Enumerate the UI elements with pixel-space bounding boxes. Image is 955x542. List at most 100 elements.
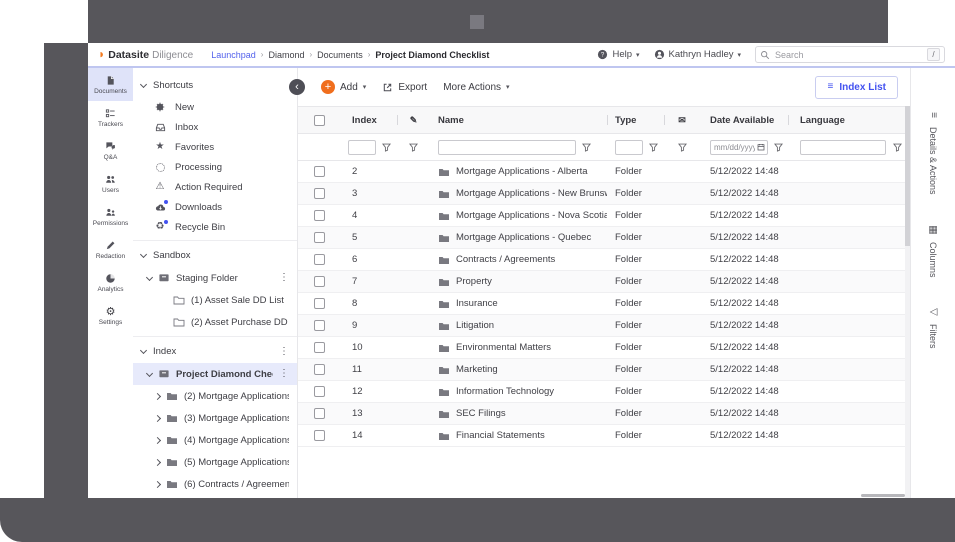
right-tab-details-actions[interactable]: ≡ Details & Actions	[928, 110, 938, 195]
shortcut-item-new[interactable]: New	[133, 97, 297, 117]
rail-item-trackers[interactable]: Trackers	[88, 101, 133, 134]
table-row[interactable]: 11 Marketing Folder 5/12/2022 14:48	[298, 359, 910, 381]
index-filter-input[interactable]	[348, 140, 376, 155]
column-header-name[interactable]: Name	[430, 107, 607, 133]
chevron-right-icon[interactable]	[154, 436, 161, 443]
row-checkbox[interactable]	[314, 166, 325, 177]
chevron-right-icon[interactable]	[154, 480, 161, 487]
rail-item-users[interactable]: Users	[88, 167, 133, 200]
filter-funnel-icon[interactable]	[678, 143, 687, 152]
table-row[interactable]: 12 Information Technology Folder 5/12/20…	[298, 381, 910, 403]
filter-funnel-icon[interactable]	[382, 143, 391, 152]
right-tab-filters[interactable]: ▽ Filters	[928, 307, 938, 349]
row-checkbox[interactable]	[314, 232, 325, 243]
table-row[interactable]: 7 Property Folder 5/12/2022 14:48	[298, 271, 910, 293]
chevron-down-icon[interactable]	[146, 273, 153, 280]
table-row[interactable]: 13 SEC Filings Folder 5/12/2022 14:48	[298, 403, 910, 425]
horizontal-scrollbar-thumb[interactable]	[861, 494, 905, 497]
language-filter-input[interactable]	[800, 140, 886, 155]
chevron-right-icon[interactable]	[154, 392, 161, 399]
vertical-scrollbar-thumb[interactable]	[905, 106, 910, 246]
tree-item-7-property[interactable]: (7) Property	[133, 495, 297, 498]
chevron-right-icon[interactable]	[154, 414, 161, 421]
table-row[interactable]: 5 Mortgage Applications - Quebec Folder …	[298, 227, 910, 249]
rail-item-q-a[interactable]: Q&A	[88, 134, 133, 167]
row-checkbox[interactable]	[314, 276, 325, 287]
table-row[interactable]: 14 Financial Statements Folder 5/12/2022…	[298, 425, 910, 447]
rail-item-permissions[interactable]: Permissions	[88, 200, 133, 233]
help-button[interactable]: ? Help ▾	[597, 49, 639, 60]
column-header-type[interactable]: Type	[607, 107, 664, 133]
column-header-date-available[interactable]: Date Available	[700, 107, 788, 133]
tree-item-2-asset-purchase-dd-list[interactable]: (2) Asset Purchase DD List	[133, 311, 297, 333]
type-filter-input[interactable]	[615, 140, 643, 155]
shortcut-item-recycle-bin[interactable]: ♻ Recycle Bin	[133, 217, 297, 237]
tree-item-4-mortgage-applications-n[interactable]: (4) Mortgage Applications - N...	[133, 429, 297, 451]
user-menu-button[interactable]: Kathryn Hadley ▾	[654, 49, 741, 60]
shortcut-item-action-required[interactable]: ⚠ Action Required	[133, 177, 297, 197]
tree-item-1-asset-sale-dd-list[interactable]: (1) Asset Sale DD List	[133, 289, 297, 311]
shortcut-item-inbox[interactable]: Inbox	[133, 117, 297, 137]
table-row[interactable]: 8 Insurance Folder 5/12/2022 14:48	[298, 293, 910, 315]
filter-funnel-icon[interactable]	[774, 143, 783, 152]
rail-item-analytics[interactable]: Analytics	[88, 266, 133, 299]
row-checkbox[interactable]	[314, 298, 325, 309]
tree-item-staging-folder[interactable]: Staging Folder ⋮	[133, 267, 297, 289]
date-filter-input[interactable]	[710, 140, 768, 155]
index-section-header[interactable]: Index ⋮	[133, 340, 297, 363]
column-header-index[interactable]: Index	[340, 107, 397, 133]
tree-item-project-diamond-checklist[interactable]: Project Diamond Checklist ⋮	[133, 363, 297, 385]
row-checkbox[interactable]	[314, 210, 325, 221]
shortcut-item-processing[interactable]: Processing	[133, 157, 297, 177]
row-checkbox[interactable]	[314, 386, 325, 397]
sandbox-section-header[interactable]: Sandbox	[133, 244, 297, 267]
row-checkbox[interactable]	[314, 364, 325, 375]
filter-funnel-icon[interactable]	[409, 143, 418, 152]
shortcuts-section-header[interactable]: Shortcuts	[133, 74, 297, 97]
rail-item-documents[interactable]: Documents	[88, 68, 133, 101]
breadcrumb-item-project-diamond-checklist[interactable]: Project Diamond Checklist	[375, 50, 489, 60]
export-button[interactable]: Export	[382, 82, 427, 93]
tree-item-2-mortgage-applications-al[interactable]: (2) Mortgage Applications - Al...	[133, 385, 297, 407]
table-row[interactable]: 2 Mortgage Applications - Alberta Folder…	[298, 161, 910, 183]
kebab-menu-icon[interactable]: ⋮	[279, 369, 289, 379]
tree-item-3-mortgage-applications-n[interactable]: (3) Mortgage Applications - N...	[133, 407, 297, 429]
table-row[interactable]: 6 Contracts / Agreements Folder 5/12/202…	[298, 249, 910, 271]
more-actions-button[interactable]: More Actions ▾	[443, 82, 509, 93]
breadcrumb-item-documents[interactable]: Documents	[317, 50, 363, 60]
rail-item-redaction[interactable]: Redaction	[88, 233, 133, 266]
shortcut-item-downloads[interactable]: Downloads	[133, 197, 297, 217]
row-checkbox[interactable]	[314, 320, 325, 331]
breadcrumb-item-diamond[interactable]: Diamond	[268, 50, 304, 60]
tree-item-6-contracts-agreements[interactable]: (6) Contracts / Agreements	[133, 473, 297, 495]
kebab-menu-icon[interactable]: ⋮	[279, 347, 289, 357]
name-filter-input[interactable]	[438, 140, 576, 155]
row-checkbox[interactable]	[314, 188, 325, 199]
filter-funnel-icon[interactable]	[893, 143, 902, 152]
shortcut-item-favorites[interactable]: ★ Favorites	[133, 137, 297, 157]
row-checkbox[interactable]	[314, 408, 325, 419]
row-checkbox[interactable]	[314, 254, 325, 265]
table-row[interactable]: 10 Environmental Matters Folder 5/12/202…	[298, 337, 910, 359]
search-box[interactable]: /	[755, 46, 945, 63]
add-button[interactable]: + Add ▾	[321, 80, 366, 94]
filter-funnel-icon[interactable]	[582, 143, 591, 152]
search-input[interactable]	[775, 50, 922, 60]
row-checkbox[interactable]	[314, 342, 325, 353]
breadcrumb-item-launchpad[interactable]: Launchpad	[211, 50, 256, 60]
table-row[interactable]: 3 Mortgage Applications - New Brunswi...…	[298, 183, 910, 205]
table-row[interactable]: 9 Litigation Folder 5/12/2022 14:48	[298, 315, 910, 337]
filter-funnel-icon[interactable]	[649, 143, 658, 152]
back-button[interactable]: ‹	[289, 79, 305, 95]
tree-item-5-mortgage-applications-q[interactable]: (5) Mortgage Applications - Q...	[133, 451, 297, 473]
rail-item-settings[interactable]: ⚙ Settings	[88, 299, 133, 332]
kebab-menu-icon[interactable]: ⋮	[279, 273, 289, 283]
row-checkbox[interactable]	[314, 430, 325, 441]
chevron-right-icon[interactable]	[154, 458, 161, 465]
column-header-language[interactable]: Language	[788, 107, 910, 133]
index-list-button[interactable]: ≡ Index List	[815, 76, 898, 99]
right-tab-columns[interactable]: ▦ Columns	[928, 225, 938, 278]
select-all-checkbox[interactable]	[314, 115, 325, 126]
table-row[interactable]: 4 Mortgage Applications - Nova Scotia Fo…	[298, 205, 910, 227]
chevron-down-icon[interactable]	[146, 369, 153, 376]
